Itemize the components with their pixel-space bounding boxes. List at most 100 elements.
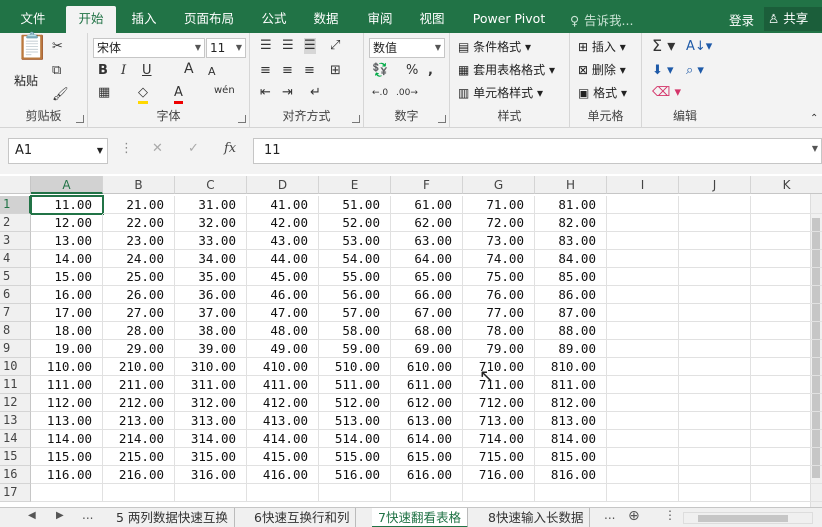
column-header[interactable]: I xyxy=(607,176,679,194)
column-header[interactable]: J xyxy=(679,176,751,194)
grid-cell[interactable] xyxy=(751,304,822,322)
grid-cell[interactable]: 61.00 xyxy=(391,196,463,214)
grid-cell[interactable] xyxy=(31,484,103,502)
grid-cell[interactable] xyxy=(751,250,822,268)
align-right-icon[interactable]: ≡ xyxy=(304,63,315,79)
conditional-formatting-button[interactable]: ▤ 条件格式 ▾ xyxy=(458,39,531,55)
grid-cell[interactable]: 63.00 xyxy=(391,232,463,250)
grid-cell[interactable] xyxy=(751,484,822,502)
grid-cell[interactable]: 612.00 xyxy=(391,394,463,412)
grid-cell[interactable]: 216.00 xyxy=(103,466,175,484)
tab-insert[interactable]: 插入 xyxy=(122,6,166,33)
align-middle-icon[interactable]: ☰ xyxy=(282,38,294,54)
grid-cell[interactable] xyxy=(607,340,679,358)
grid-cell[interactable] xyxy=(607,214,679,232)
grid-cell[interactable]: 68.00 xyxy=(391,322,463,340)
grid-cell[interactable]: 25.00 xyxy=(103,268,175,286)
paste-icon[interactable]: 📋 xyxy=(16,34,48,60)
fill-color-icon[interactable]: ◇ xyxy=(138,85,148,104)
name-box[interactable]: A1 ▼ xyxy=(8,138,108,164)
grid-cell[interactable]: 51.00 xyxy=(319,196,391,214)
tab-home[interactable]: 开始 xyxy=(66,6,116,33)
row-header[interactable]: 14 xyxy=(0,430,31,448)
grid-cell[interactable]: 57.00 xyxy=(319,304,391,322)
grid-cell[interactable] xyxy=(679,448,751,466)
grid-cell[interactable]: 29.00 xyxy=(103,340,175,358)
sheet-tab-8[interactable]: 8快速输入长数据 xyxy=(482,508,591,527)
number-format-select[interactable]: 数值 ▼ xyxy=(369,38,445,58)
row-header[interactable]: 15 xyxy=(0,448,31,466)
tell-me-box[interactable]: ♀ 告诉我... xyxy=(570,10,633,29)
cut-icon[interactable]: ✂ xyxy=(52,39,63,55)
row-header[interactable]: 2 xyxy=(0,214,31,232)
grid-cell[interactable]: 815.00 xyxy=(535,448,607,466)
row-header[interactable]: 11 xyxy=(0,376,31,394)
grid-cell[interactable]: 27.00 xyxy=(103,304,175,322)
more-sheets-right[interactable]: ... xyxy=(604,508,615,522)
grid-cell[interactable]: 18.00 xyxy=(31,322,103,340)
grid-cell[interactable]: 33.00 xyxy=(175,232,247,250)
grid-cell[interactable] xyxy=(751,286,822,304)
grid-cell[interactable]: 816.00 xyxy=(535,466,607,484)
grid-cell[interactable]: 45.00 xyxy=(247,268,319,286)
increase-indent-icon[interactable]: ⇥ xyxy=(282,85,293,101)
grid-cell[interactable]: 65.00 xyxy=(391,268,463,286)
grid-cell[interactable] xyxy=(607,286,679,304)
grid-cell[interactable] xyxy=(391,484,463,502)
grid-cell[interactable]: 214.00 xyxy=(103,430,175,448)
grid-cell[interactable] xyxy=(679,214,751,232)
tab-review[interactable]: 审阅 xyxy=(358,6,402,33)
grid-cell[interactable]: 113.00 xyxy=(31,412,103,430)
grid-cell[interactable] xyxy=(607,430,679,448)
column-header[interactable]: K xyxy=(751,176,822,194)
comma-style-icon[interactable]: , xyxy=(428,63,433,79)
grid-cell[interactable]: 32.00 xyxy=(175,214,247,232)
grid-cell[interactable]: 416.00 xyxy=(247,466,319,484)
align-bottom-icon[interactable]: ☰ xyxy=(304,38,316,54)
grid-cell[interactable]: 44.00 xyxy=(247,250,319,268)
clipboard-launcher-icon[interactable] xyxy=(76,115,84,123)
column-header[interactable]: D xyxy=(247,176,319,194)
grid-cell[interactable]: 315.00 xyxy=(175,448,247,466)
grid-cell[interactable]: 47.00 xyxy=(247,304,319,322)
grid-cell[interactable]: 412.00 xyxy=(247,394,319,412)
autosum-icon[interactable]: Σ ▾ xyxy=(652,38,675,54)
row-header[interactable]: 6 xyxy=(0,286,31,304)
font-color-icon[interactable]: A xyxy=(174,85,183,104)
percent-button[interactable]: % xyxy=(406,63,418,79)
currency-icon[interactable]: 💱 xyxy=(372,63,388,79)
row-header[interactable]: 8 xyxy=(0,322,31,340)
grid-cell[interactable]: 513.00 xyxy=(319,412,391,430)
alignment-launcher-icon[interactable] xyxy=(352,115,360,123)
grid-cell[interactable]: 39.00 xyxy=(175,340,247,358)
grid-cell[interactable] xyxy=(751,394,822,412)
grid-cell[interactable]: 48.00 xyxy=(247,322,319,340)
grid-cell[interactable]: 710.00 xyxy=(463,358,535,376)
paste-button[interactable]: 粘贴 xyxy=(14,73,38,89)
grid-cell[interactable] xyxy=(607,268,679,286)
grid-cell[interactable]: 316.00 xyxy=(175,466,247,484)
column-header[interactable]: G xyxy=(463,176,535,194)
grid-cell[interactable] xyxy=(751,376,822,394)
grid-cell[interactable]: 414.00 xyxy=(247,430,319,448)
grid-cell[interactable]: 56.00 xyxy=(319,286,391,304)
decrease-indent-icon[interactable]: ⇤ xyxy=(260,85,271,101)
cell-styles-button[interactable]: ▥ 单元格样式 ▾ xyxy=(458,85,543,101)
enter-icon[interactable]: ✓ xyxy=(188,141,199,156)
grid-cell[interactable]: 26.00 xyxy=(103,286,175,304)
grid-cell[interactable]: 12.00 xyxy=(31,214,103,232)
grid-cell[interactable]: 115.00 xyxy=(31,448,103,466)
row-header[interactable]: 7 xyxy=(0,304,31,322)
phonetic-button[interactable]: wén xyxy=(214,83,235,99)
grid-cell[interactable]: 511.00 xyxy=(319,376,391,394)
grid-cell[interactable]: 19.00 xyxy=(31,340,103,358)
grid-cell[interactable] xyxy=(319,484,391,502)
tab-page-layout[interactable]: 页面布局 xyxy=(174,6,244,33)
sheet-tab-5[interactable]: 5 两列数据快速互换 xyxy=(110,508,235,527)
grid-cell[interactable]: 24.00 xyxy=(103,250,175,268)
row-header[interactable]: 17 xyxy=(0,484,31,502)
grid-cell[interactable] xyxy=(463,484,535,502)
grid-cell[interactable]: 14.00 xyxy=(31,250,103,268)
grid-cell[interactable]: 813.00 xyxy=(535,412,607,430)
column-header[interactable]: H xyxy=(535,176,607,194)
